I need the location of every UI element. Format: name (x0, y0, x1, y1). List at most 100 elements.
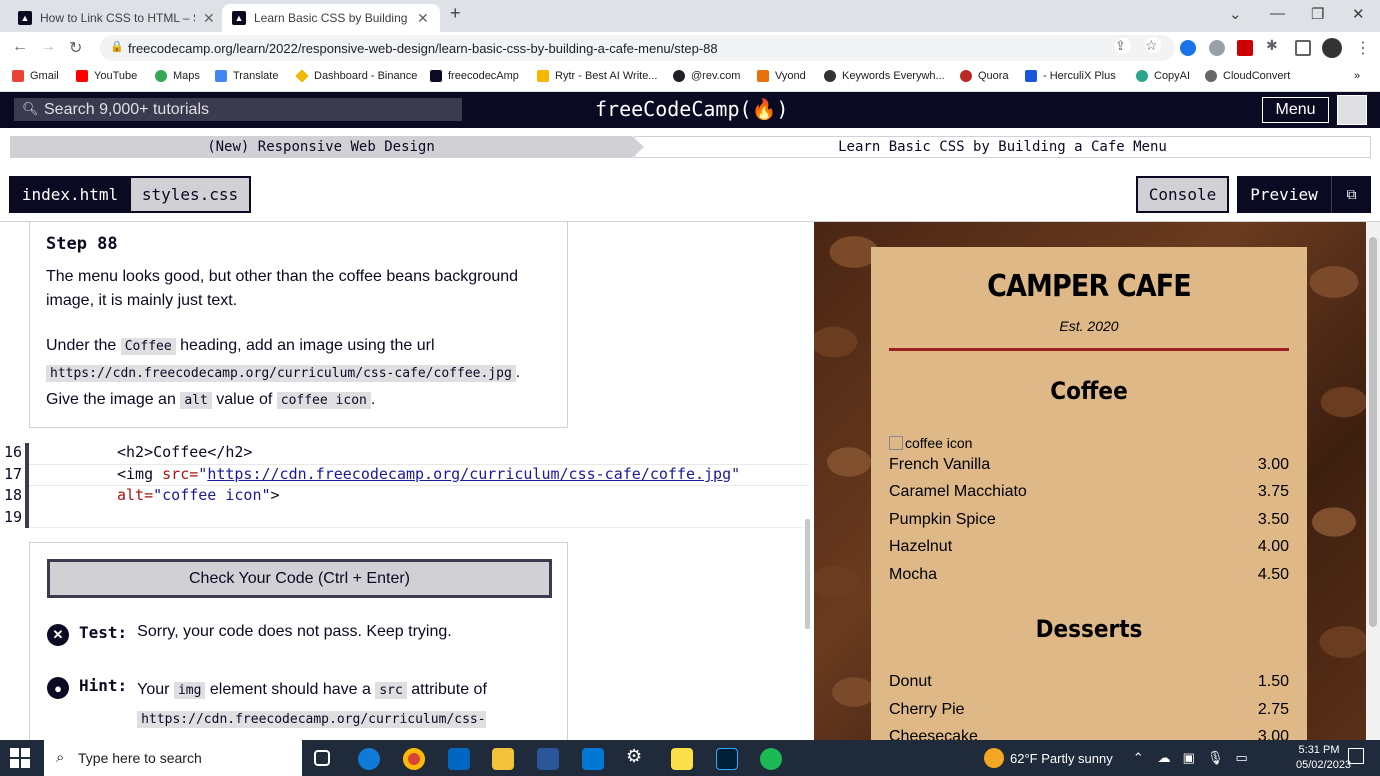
bookmark-item[interactable]: Translate (215, 70, 278, 82)
check-code-button[interactable]: Check Your Code (Ctrl + Enter) (47, 559, 552, 598)
item-name: Caramel Macchiato (889, 483, 1027, 501)
code-token-url: https://cdn.freecodecamp.org/curriculum/… (207, 465, 732, 483)
preview-button[interactable]: Preview (1237, 176, 1331, 213)
browser-tab-active[interactable]: ▲ Learn Basic CSS by Building a Ca ✕ (222, 4, 440, 32)
item-price: 3.75 (1257, 483, 1289, 501)
instructions-paragraph: Under the Coffee heading, add an image u… (46, 333, 551, 414)
item-name: Hazelnut (889, 538, 953, 556)
chrome-icon[interactable] (403, 748, 425, 770)
bookmark-label: Vyond (775, 70, 806, 82)
fcc-logo[interactable]: freeCodeCamp(🔥) (595, 97, 788, 121)
bookmark-item[interactable]: Keywords Everywh... (824, 70, 945, 82)
search-placeholder: Search 9,000+ tutorials (44, 100, 209, 118)
bookmark-item[interactable]: freecodecAmp (430, 70, 519, 82)
share-icon[interactable]: ⇪ (1115, 38, 1131, 54)
bookmark-item[interactable]: Gmail (12, 70, 59, 82)
menu-item: Pumpkin Spice 3.50 (889, 506, 1289, 534)
bookmark-item[interactable]: Rytr - Best AI Write... (537, 70, 657, 82)
tab-title: Learn Basic CSS by Building a Ca (254, 11, 409, 25)
spotify-icon[interactable] (760, 748, 782, 770)
edge-icon[interactable] (358, 748, 380, 770)
bookmark-item[interactable]: - HerculiX Plus (1025, 70, 1116, 82)
rev-icon (673, 70, 685, 82)
photoshop-icon[interactable] (716, 748, 738, 770)
bookmark-label: Maps (173, 70, 200, 82)
close-tab-icon[interactable]: ✕ (203, 10, 215, 27)
notifications-icon[interactable] (1348, 748, 1364, 764)
weather-text[interactable]: 62°F Partly sunny (1010, 751, 1113, 766)
battery-icon[interactable]: ▭ (1235, 750, 1247, 766)
microphone-icon[interactable]: 🎙︎ (1207, 750, 1224, 766)
line-number: 18 (3, 486, 22, 504)
more-bookmarks-icon[interactable]: » (1354, 70, 1360, 82)
clock[interactable]: 5:31 PM 05/02/2023 (1296, 743, 1351, 773)
extension-icon[interactable] (1209, 40, 1225, 56)
vyond-icon (757, 70, 769, 82)
sticky-notes-icon[interactable] (671, 748, 693, 770)
text: value of (216, 391, 273, 408)
file-explorer-icon[interactable] (492, 748, 514, 770)
browser-toolbar: ← → ↻ 🔒 freecodecamp.org/learn/2022/resp… (0, 32, 1380, 64)
bookmark-item[interactable]: YouTube (76, 70, 137, 82)
youtube-icon (76, 70, 88, 82)
popout-preview-icon[interactable]: ⧉ (1331, 176, 1371, 213)
pane-resize-handle[interactable] (805, 519, 810, 629)
code-line-16: <h2>Coffee</h2> (117, 443, 253, 461)
bookmark-item[interactable]: Quora (960, 70, 1009, 82)
menu-button[interactable]: Menu (1262, 97, 1329, 123)
windows-start-icon[interactable] (10, 748, 30, 768)
menu-item: French Vanilla 3.00 (889, 451, 1289, 479)
bookmark-item[interactable]: @rev.com (673, 70, 740, 82)
user-avatar[interactable] (1337, 95, 1367, 125)
new-tab-icon[interactable]: + (450, 3, 461, 24)
item-price: 2.75 (1257, 700, 1289, 718)
item-price: 3.00 (1257, 455, 1289, 473)
bookmark-item[interactable]: Vyond (757, 70, 806, 82)
preview-scrollbar[interactable] (1366, 222, 1380, 740)
browser-tab[interactable]: ▲ How to Link CSS to HTML – Style ✕ (8, 4, 225, 32)
minimize-icon[interactable]: — (1270, 5, 1285, 22)
console-button[interactable]: Console (1136, 176, 1229, 213)
maximize-icon[interactable]: ❐ (1311, 5, 1324, 23)
lock-icon: 🔒 (110, 41, 124, 53)
search-input[interactable]: 🔍︎ Search 9,000+ tutorials (14, 98, 462, 121)
bookmark-item[interactable]: Dashboard - Binance (295, 69, 417, 83)
preview-pane: CAMPER CAFE Est. 2020 Coffee coffee icon… (814, 222, 1366, 740)
tab-search-icon[interactable]: ⌄ (1229, 5, 1242, 23)
back-icon[interactable]: ← (12, 38, 28, 56)
vscode-icon[interactable] (582, 748, 604, 770)
tab-styles-css[interactable]: styles.css (129, 176, 251, 213)
address-bar[interactable]: 🔒 freecodecamp.org/learn/2022/responsive… (100, 35, 1175, 61)
tab-index-html[interactable]: index.html (9, 176, 131, 213)
forward-icon[interactable]: → (40, 38, 56, 56)
network-icon[interactable]: ▣ (1183, 750, 1195, 766)
profile-avatar[interactable] (1322, 38, 1342, 58)
extension-icon[interactable] (1237, 40, 1253, 56)
task-view-icon[interactable] (314, 750, 330, 766)
close-tab-icon[interactable]: ✕ (417, 10, 429, 27)
close-window-icon[interactable]: ✕ (1352, 5, 1365, 23)
puzzle-extensions-icon[interactable]: ✱ (1266, 37, 1282, 53)
bookmark-item[interactable]: CopyAI (1136, 70, 1190, 82)
bookmark-star-icon[interactable]: ☆ (1145, 37, 1161, 53)
freecodecamp-favicon-icon: ▲ (18, 11, 32, 25)
bookmark-item[interactable]: CloudConvert (1205, 70, 1290, 82)
onedrive-icon[interactable]: ☁ (1158, 750, 1171, 766)
item-name: Pumpkin Spice (889, 510, 996, 528)
chrome-menu-icon[interactable]: ⋮ (1355, 38, 1371, 58)
side-panel-icon[interactable] (1295, 40, 1311, 56)
scrollbar-thumb[interactable] (1369, 237, 1377, 627)
copyai-icon (1136, 70, 1148, 82)
store-icon[interactable] (448, 748, 470, 770)
taskbar-search-input[interactable]: ⌕ Type here to search (44, 740, 302, 776)
tray-chevron-icon[interactable]: ⌃ (1133, 750, 1144, 766)
inline-code: alt (180, 392, 212, 409)
word-icon[interactable] (537, 748, 559, 770)
reload-icon[interactable]: ↻ (69, 38, 82, 58)
breadcrumb-project[interactable]: Learn Basic CSS by Building a Cafe Menu (634, 136, 1371, 158)
binance-icon (295, 69, 309, 83)
extension-icon[interactable] (1180, 40, 1196, 56)
bookmark-item[interactable]: Maps (155, 70, 200, 82)
breadcrumb-course[interactable]: (New) Responsive Web Design (10, 136, 644, 158)
settings-gear-icon[interactable]: ⚙ (626, 746, 648, 768)
